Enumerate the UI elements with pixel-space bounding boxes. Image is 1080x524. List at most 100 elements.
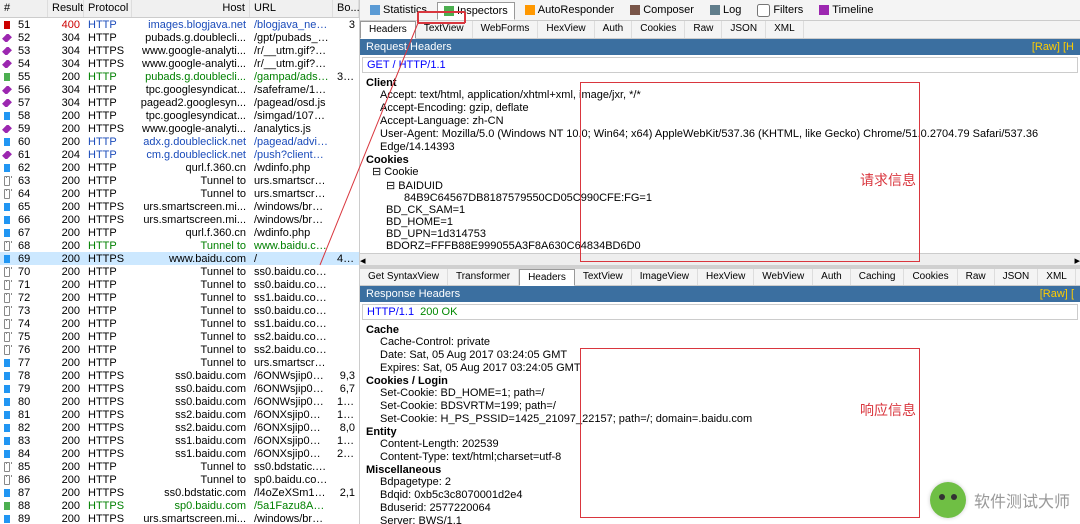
raw-link[interactable]: [Raw]: [1040, 288, 1068, 300]
table-row[interactable]: 51400HTTPimages.blogjava.net/blogjava_ne…: [0, 18, 359, 31]
header-accept-lang: Accept-Language: zh-CN: [366, 115, 1074, 128]
subtab-raw[interactable]: Raw: [685, 21, 722, 37]
table-row[interactable]: 66200HTTPSurs.smartscreen.mi.../windows/…: [0, 213, 359, 226]
response-header-title: Response Headers: [366, 288, 460, 300]
raw-link[interactable]: [Raw]: [1032, 41, 1060, 53]
subtab-hexview[interactable]: HexView: [538, 21, 594, 37]
col-host[interactable]: Host: [132, 0, 250, 17]
subtab-webforms[interactable]: WebForms: [473, 21, 539, 37]
table-row[interactable]: 85200HTTPTunnel toss0.bdstatic.com:443: [0, 460, 359, 473]
table-row[interactable]: 75200HTTPTunnel toss2.baidu.com:443: [0, 330, 359, 343]
cookie-baiduid[interactable]: BAIDUID: [398, 180, 443, 192]
wechat-icon: [930, 482, 966, 518]
request-headers[interactable]: Client Accept: text/html, application/xh…: [360, 75, 1080, 253]
subtab-raw[interactable]: Raw: [958, 269, 995, 285]
grid-body[interactable]: 51400HTTPimages.blogjava.net/blogjava_ne…: [0, 18, 359, 524]
tab-log[interactable]: Log: [704, 2, 747, 18]
table-row[interactable]: 60200HTTPadx.g.doubleclick.net/pagead/ad…: [0, 135, 359, 148]
tab-filters[interactable]: Filters: [751, 2, 809, 19]
table-row[interactable]: 53304HTTPSwww.google-analyti.../r/__utm.…: [0, 44, 359, 57]
table-row[interactable]: 79200HTTPSss0.baidu.com/6ONWsjip0QIZ8tyh…: [0, 382, 359, 395]
table-row[interactable]: 57304HTTPpagead2.googlesyn.../pagead/osd…: [0, 96, 359, 109]
subtab-get-syntaxview[interactable]: Get SyntaxView: [360, 269, 448, 285]
table-row[interactable]: 73200HTTPTunnel toss0.baidu.com:443: [0, 304, 359, 317]
cookie-item: BD_HOME=1: [386, 216, 1074, 228]
cookie-item: BD_UPN=1d314753: [386, 228, 1074, 240]
subtab-headers[interactable]: Headers: [519, 269, 575, 286]
subtab-imageview[interactable]: ImageView: [632, 269, 698, 285]
subtab-auth[interactable]: Auth: [813, 269, 851, 285]
subtab-auth[interactable]: Auth: [595, 21, 633, 37]
request-header-bar: Request Headers [Raw] [H: [360, 39, 1080, 55]
table-row[interactable]: 62200HTTPqurl.f.360.cn/wdinfo.php: [0, 161, 359, 174]
col-body[interactable]: Bo...: [333, 0, 359, 17]
tab-statistics[interactable]: Statistics: [364, 2, 433, 18]
table-row[interactable]: 64200HTTPTunnel tours.smartscreen.micros…: [0, 187, 359, 200]
annotation-response: 响应信息: [860, 400, 916, 420]
table-row[interactable]: 88200HTTPSsp0.baidu.com/5a1Fazu8AA54nxGk…: [0, 499, 359, 512]
table-row[interactable]: 56304HTTPtpc.googlesyndicat.../safeframe…: [0, 83, 359, 96]
scrollbar[interactable]: ◂ ▸: [360, 253, 1080, 265]
inspector-panel: StatisticsInspectorsAutoResponderCompose…: [360, 0, 1080, 524]
subtab-transformer[interactable]: Transformer: [448, 269, 519, 285]
table-row[interactable]: 80200HTTPSss0.baidu.com/6ONWsjip0QIZ8tyh…: [0, 395, 359, 408]
table-row[interactable]: 58200HTTPtpc.googlesyndicat.../simgad/10…: [0, 109, 359, 122]
table-row[interactable]: 61204HTTPcm.g.doubleclick.net/push?clien…: [0, 148, 359, 161]
table-row[interactable]: 72200HTTPTunnel toss1.baidu.com:443: [0, 291, 359, 304]
table-row[interactable]: 65200HTTPSurs.smartscreen.mi.../windows/…: [0, 200, 359, 213]
col-url[interactable]: URL: [250, 0, 333, 17]
col-protocol[interactable]: Protocol: [84, 0, 132, 17]
subtab-textview[interactable]: TextView: [575, 269, 632, 285]
table-row[interactable]: 74200HTTPTunnel toss1.baidu.com:443: [0, 317, 359, 330]
table-row[interactable]: 86200HTTPTunnel tosp0.baidu.com:443: [0, 473, 359, 486]
table-row[interactable]: 54304HTTPSwww.google-analyti.../r/__utm.…: [0, 57, 359, 70]
table-row[interactable]: 77200HTTPTunnel tours.smartscreen.micros…: [0, 356, 359, 369]
subtab-webview[interactable]: WebView: [754, 269, 813, 285]
header-def-link[interactable]: [: [1071, 288, 1074, 300]
table-row[interactable]: 89200HTTPSurs.smartscreen.mi.../windows/…: [0, 512, 359, 524]
table-row[interactable]: 83200HTTPSss1.baidu.com/6ONXsjip0QIZ8tyh…: [0, 434, 359, 447]
response-line: HTTP/1.1 200 OK: [362, 304, 1078, 320]
table-row[interactable]: 67200HTTPqurl.f.360.cn/wdinfo.php: [0, 226, 359, 239]
table-row[interactable]: 68200HTTPTunnel towww.baidu.com:443: [0, 239, 359, 252]
subtab-hexview[interactable]: HexView: [698, 269, 754, 285]
table-row[interactable]: 82200HTTPSss2.baidu.com/6ONXsjip0QIZ8tyh…: [0, 421, 359, 434]
subtab-headers[interactable]: Headers: [360, 21, 416, 38]
tab-autoresponder[interactable]: AutoResponder: [519, 2, 620, 18]
subtab-xml[interactable]: XML: [766, 21, 804, 37]
table-row[interactable]: 84200HTTPSss1.baidu.com/6ONXsjip0QIZ8tyh…: [0, 447, 359, 460]
subtab-caching[interactable]: Caching: [851, 269, 905, 285]
cookie-node[interactable]: Cookie: [384, 166, 418, 178]
subtab-cookies[interactable]: Cookies: [632, 21, 685, 37]
request-subtabs: HeadersTextViewWebFormsHexViewAuthCookie…: [360, 21, 1080, 38]
main-tab-bar: StatisticsInspectorsAutoResponderCompose…: [360, 0, 1080, 21]
table-row[interactable]: 69200HTTPSwww.baidu.com/48,5: [0, 252, 359, 265]
subtab-textview[interactable]: TextView: [416, 21, 473, 37]
table-row[interactable]: 63200HTTPTunnel tours.smartscreen.micros…: [0, 174, 359, 187]
watermark: 软件测试大师: [930, 482, 1070, 518]
tab-composer[interactable]: Composer: [624, 2, 700, 18]
table-row[interactable]: 76200HTTPTunnel toss2.baidu.com:443: [0, 343, 359, 356]
subtab-json[interactable]: JSON: [995, 269, 1039, 285]
table-row[interactable]: 55200HTTPpubads.g.doublecli.../gampad/ad…: [0, 70, 359, 83]
subtab-json[interactable]: JSON: [722, 21, 766, 37]
table-row[interactable]: 59200HTTPSwww.google-analyti.../analytic…: [0, 122, 359, 135]
table-row[interactable]: 81200HTTPSss2.baidu.com/6ONXsjip0QIZ8tyh…: [0, 408, 359, 421]
grid-header: # Result Protocol Host URL Bo...: [0, 0, 359, 18]
cookie-item: BD_CK_SAM=1: [386, 204, 1074, 216]
table-row[interactable]: 70200HTTPTunnel toss0.baidu.com:443: [0, 265, 359, 278]
cookie-baiduid-val: 84B9C64567DB8187579550CD05C990CFE:FG=1: [386, 192, 1074, 204]
tab-inspectors[interactable]: Inspectors: [437, 2, 515, 20]
table-row[interactable]: 52304HTTPpubads.g.doublecli.../gpt/pubad…: [0, 31, 359, 44]
subtab-xml[interactable]: XML: [1038, 269, 1076, 285]
subtab-cookies[interactable]: Cookies: [904, 269, 957, 285]
tab-timeline[interactable]: Timeline: [813, 2, 879, 18]
cookies-login-group: Cookies / Login: [366, 375, 448, 387]
col-result[interactable]: Result: [48, 0, 84, 17]
header-def-link[interactable]: [H: [1063, 41, 1074, 53]
header-cache-control: Cache-Control: private: [366, 336, 1074, 349]
table-row[interactable]: 78200HTTPSss0.baidu.com/6ONWsjip0QIZ8tyh…: [0, 369, 359, 382]
col-num[interactable]: #: [0, 0, 48, 17]
table-row[interactable]: 87200HTTPSss0.bdstatic.com/l4oZeXSm1A5Bp…: [0, 486, 359, 499]
table-row[interactable]: 71200HTTPTunnel toss0.baidu.com:443: [0, 278, 359, 291]
